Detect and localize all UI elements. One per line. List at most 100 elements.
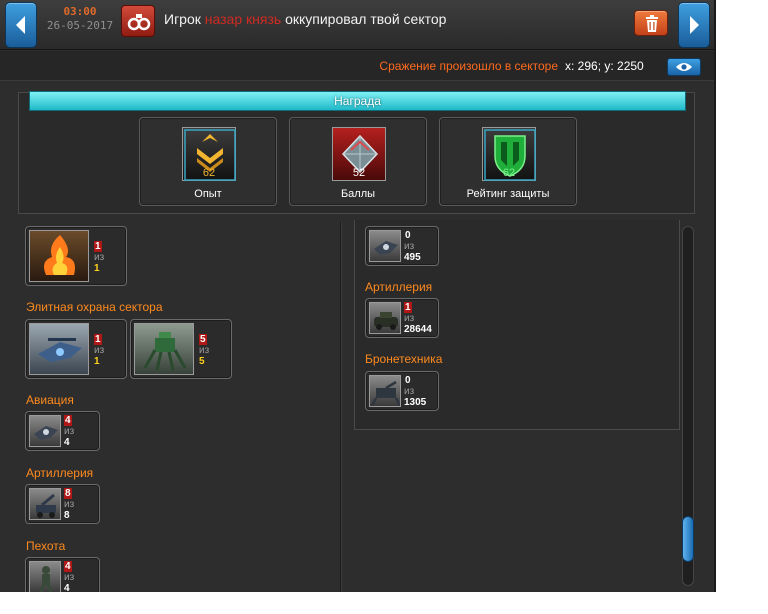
section-title-aviation: Авиация [26, 393, 74, 407]
report-header: 03:00 26-05-2017 Игрок назар князь оккуп… [0, 0, 714, 50]
defender-units-list: 1 из 1 Элитная охрана сектора 1 из 1 5 и… [18, 222, 340, 592]
unit-count-total: 4 [64, 583, 70, 592]
section-title-artillery: Артиллерия [365, 280, 433, 294]
reward-defense-rating-value: 62 [502, 167, 516, 179]
report-time: 03:00 [63, 5, 97, 18]
unit-count-of: из [404, 386, 415, 397]
unit-count-total: 5 [199, 356, 205, 367]
unit-card-top[interactable]: 1 из 1 [25, 226, 127, 286]
infantry-unit-icon [29, 561, 61, 592]
unit-count: 8 из 8 [64, 488, 74, 521]
unit-card-right-artillery[interactable]: 1 из 28644 [365, 298, 439, 338]
unit-count-of: из [404, 241, 415, 252]
unit-count-total: 1 [94, 356, 100, 367]
previous-report-button[interactable] [5, 2, 37, 48]
unit-count: 4 из 4 [64, 415, 74, 448]
unit-count-of: из [404, 313, 415, 324]
unit-count-total: 1 [94, 263, 100, 274]
reward-defense-rating-label: Рейтинг защиты [466, 188, 550, 200]
section-title-elite-guard: Элитная охрана сектора [26, 300, 163, 314]
aircraft-unit-icon [369, 230, 401, 262]
unit-count-total: 8 [64, 510, 70, 521]
fire-unit-icon [29, 230, 89, 282]
unit-count: 1 из 1 [94, 241, 104, 274]
unit-count-current: 4 [64, 415, 72, 426]
artillery-unit-icon [29, 488, 61, 520]
shield-rating-icon: 62 [482, 127, 536, 181]
unit-count-of: из [94, 252, 105, 263]
reward-experience-label: Опыт [194, 188, 222, 200]
unit-count-current: 1 [94, 241, 102, 252]
section-title-armor: Бронетехника [365, 352, 443, 366]
unit-count-current: 5 [199, 334, 207, 345]
reward-defense-rating-card: 62 Рейтинг защиты [439, 117, 577, 206]
attacker-units-list: 0 из 495 Артиллерия 1 из 28644 Бронетехн… [354, 220, 680, 430]
unit-count-current: 4 [64, 561, 72, 572]
reward-experience-value: 62 [202, 167, 216, 179]
column-divider [340, 222, 342, 592]
diamond-points-icon: 52 [332, 127, 386, 181]
aircraft-unit-icon [29, 415, 61, 447]
handcuffs-icon [121, 5, 155, 37]
report-date: 26-05-2017 [46, 19, 114, 32]
battle-coordinates: x: 296; y: 2250 [565, 59, 644, 73]
gunship-unit-icon [29, 323, 89, 375]
walker-unit-icon [134, 323, 194, 375]
title-suffix: оккупировал твой сектор [285, 11, 447, 27]
unit-count: 1 из 1 [94, 334, 104, 367]
unit-count-current: 1 [404, 302, 412, 313]
scrollbar-thumb[interactable] [682, 516, 694, 562]
unit-card-aviation[interactable]: 4 из 4 [25, 411, 100, 451]
rank-chevron-icon: 62 [182, 127, 236, 181]
unit-count-total: 4 [64, 437, 70, 448]
unit-card-artillery[interactable]: 8 из 8 [25, 484, 100, 524]
reward-header: Награда [29, 91, 686, 111]
reward-points-label: Баллы [340, 188, 376, 200]
unit-card-elite-1[interactable]: 1 из 1 [25, 319, 127, 379]
unit-count-total: 28644 [404, 324, 432, 335]
arrow-left-icon [16, 16, 25, 34]
unit-count-total: 495 [404, 252, 421, 263]
arrow-right-icon [690, 16, 699, 34]
report-title: Игрок назар князь оккупировал твой секто… [164, 11, 446, 27]
unit-count: 1 из 28644 [404, 302, 432, 335]
reward-panel: Награда 62 Опыт 52 Баллы 62 Рейтинг защи… [18, 91, 695, 214]
unit-count-current: 0 [405, 230, 411, 241]
unit-card-elite-2[interactable]: 5 из 5 [130, 319, 232, 379]
battle-location-label: Сражение произошло в секторе [379, 59, 558, 73]
unit-count-current: 1 [94, 334, 102, 345]
view-sector-button[interactable] [667, 58, 701, 76]
armored-vehicle-icon [369, 375, 401, 407]
trash-icon [646, 15, 658, 32]
unit-count-of: из [94, 345, 105, 356]
unit-count-total: 1305 [404, 397, 427, 408]
unit-count-of: из [64, 572, 75, 583]
reward-points-card: 52 Баллы [289, 117, 427, 206]
section-title-infantry: Пехота [26, 539, 66, 553]
reward-title: Награда [334, 94, 381, 108]
unit-count-of: из [64, 426, 75, 437]
report-datetime: 03:00 26-05-2017 [40, 5, 120, 33]
delete-report-button[interactable] [634, 10, 668, 36]
eye-icon [676, 63, 692, 71]
unit-count-of: из [64, 499, 75, 510]
unit-card-right-top[interactable]: 0 из 495 [365, 226, 439, 266]
player-name[interactable]: назар князь [205, 11, 281, 27]
tank-unit-icon [369, 302, 401, 334]
unit-count: 5 из 5 [199, 334, 209, 367]
reward-points-value: 52 [352, 167, 366, 179]
section-title-artillery: Артиллерия [26, 466, 94, 480]
unit-count: 0 из 495 [404, 230, 421, 263]
battle-location-row: Сражение произошло в секторе x: 296; y: … [0, 51, 714, 81]
unit-count-current: 8 [64, 488, 72, 499]
title-prefix: Игрок [164, 11, 201, 27]
unit-card-infantry[interactable]: 4 из 4 [25, 557, 100, 592]
battle-report-window: 03:00 26-05-2017 Игрок назар князь оккуп… [0, 0, 716, 592]
reward-experience-card: 62 Опыт [139, 117, 277, 206]
unit-count: 4 из 4 [64, 561, 74, 592]
unit-count-current: 0 [405, 375, 411, 386]
unit-count: 0 из 1305 [404, 375, 426, 408]
next-report-button[interactable] [678, 2, 710, 48]
unit-card-right-armor[interactable]: 0 из 1305 [365, 371, 439, 411]
unit-count-of: из [199, 345, 210, 356]
